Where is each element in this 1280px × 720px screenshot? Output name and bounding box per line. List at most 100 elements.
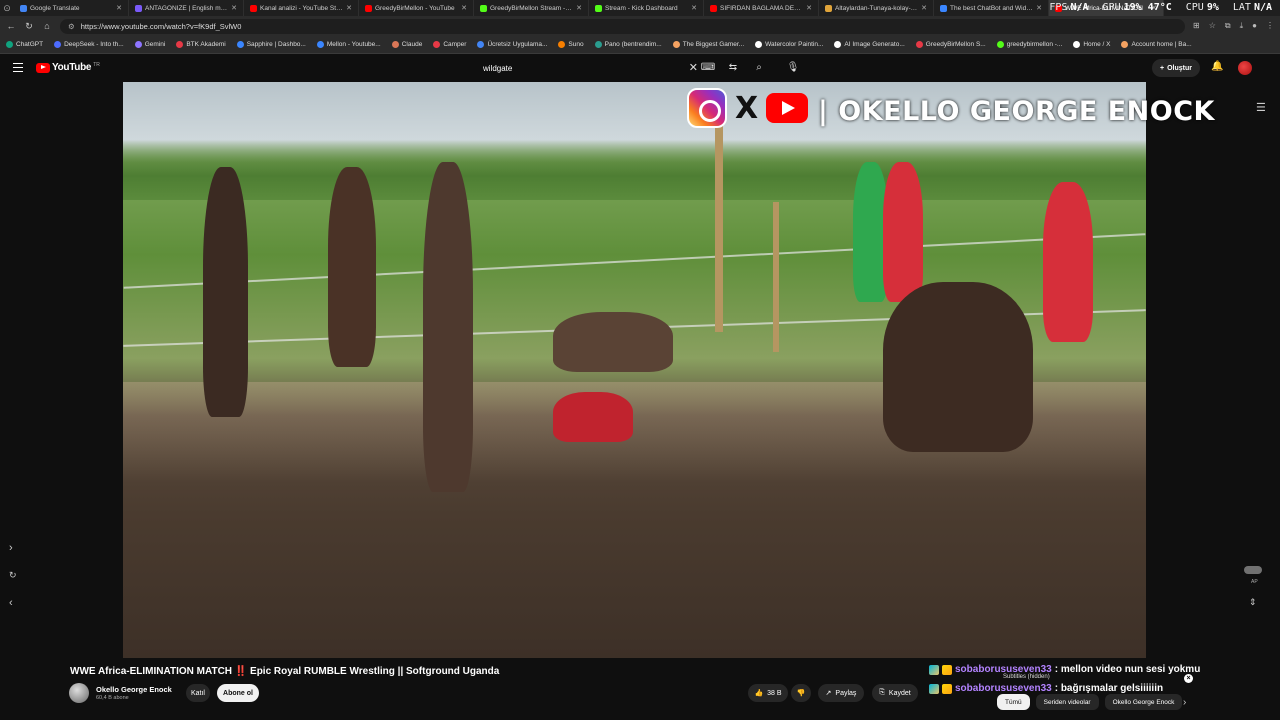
video-player[interactable] xyxy=(123,82,1146,658)
site-info-icon[interactable]: ⚙ xyxy=(68,22,75,31)
x-logo-icon: X xyxy=(735,90,759,126)
tab-close-icon[interactable]: ✕ xyxy=(116,4,122,12)
create-button[interactable]: + Oluştur xyxy=(1152,59,1200,77)
browser-tab[interactable]: Kanal analizi - YouTube Studio ✕ xyxy=(244,0,359,16)
browser-tab[interactable]: Altaylardan-Tunaya-kolay-nota ✕ xyxy=(819,0,934,16)
thumbs-up-icon: 👍 xyxy=(754,690,764,697)
chip-all[interactable]: Tümü xyxy=(997,694,1030,710)
reload-icon[interactable]: ↻ xyxy=(24,21,34,31)
bookmark-item[interactable]: Account home | Ba... xyxy=(1121,41,1192,48)
bookmark-item[interactable]: The Biggest Gamer... xyxy=(672,41,744,48)
browser-tab[interactable]: The best ChatBot and Widgets ✕ xyxy=(934,0,1049,16)
tab-favicon-icon xyxy=(365,4,372,12)
search-icon[interactable]: ⌕ xyxy=(751,60,767,76)
browser-tab[interactable]: ANTAGONIZE | English meaning✕ xyxy=(129,0,244,16)
back-icon[interactable]: ← xyxy=(6,21,16,31)
bookmark-item[interactable]: Suno xyxy=(558,41,584,48)
chat-message: sobaborususeven33 : mellon video nun ses… xyxy=(929,664,1229,675)
browser-tab[interactable]: Google Translate ✕ xyxy=(14,0,129,16)
refresh-icon[interactable]: ↻ xyxy=(9,570,17,581)
home-icon[interactable]: ⌂ xyxy=(42,21,52,31)
bookmark-item[interactable]: DeepSeek - Into th... xyxy=(54,41,124,48)
tab-close-icon[interactable]: ✕ xyxy=(576,4,582,12)
tab-favicon-icon xyxy=(710,4,717,12)
chip-channel[interactable]: Okello George Enock xyxy=(1104,694,1183,710)
tab-close-icon[interactable]: ✕ xyxy=(346,4,352,12)
tab-close-icon[interactable]: ✕ xyxy=(461,4,467,12)
bookmark-star-icon[interactable]: ☆ xyxy=(1209,21,1216,31)
translate-icon[interactable]: ⊞ xyxy=(1193,21,1200,31)
menu-hamburger-icon[interactable] xyxy=(13,63,23,72)
chevron-left-icon[interactable]: ‹ xyxy=(9,597,13,609)
save-button[interactable]: ⎘ Kaydet xyxy=(872,684,918,702)
browser-menu-dots-icon[interactable]: ⋮ xyxy=(1266,21,1274,31)
bookmark-item[interactable]: Watercolor Paintin... xyxy=(755,41,823,48)
tab-close-icon[interactable]: ✕ xyxy=(1036,4,1042,12)
tab-label: ANTAGONIZE | English meaning xyxy=(145,4,228,12)
tab-label: Google Translate xyxy=(30,4,80,12)
browser-menu-icon[interactable]: ⊙ xyxy=(0,3,14,13)
channel-avatar[interactable] xyxy=(69,683,89,703)
bookmark-item[interactable]: Mellon - Youtube... xyxy=(316,41,381,48)
microphone-icon[interactable]: 🎙 xyxy=(785,60,801,76)
bookmark-item[interactable]: Pano (bentrendim... xyxy=(594,41,662,48)
browser-tab[interactable]: GreedyBirMellon Stream - Watch✕ xyxy=(474,0,589,16)
bookmark-item[interactable]: Gemini xyxy=(134,41,166,48)
bookmark-favicon-icon xyxy=(834,41,842,48)
join-button[interactable]: Katıl xyxy=(186,684,210,702)
bookmark-item[interactable]: greedybirmellon -... xyxy=(996,41,1062,48)
notifications-bell-icon[interactable]: 🔔 xyxy=(1211,61,1223,72)
youtube-logo[interactable]: YouTube TR xyxy=(36,62,100,73)
close-chat-icon[interactable]: × xyxy=(1184,674,1193,683)
bookmark-label: BTK Akademi xyxy=(186,41,226,48)
bookmark-label: Gemini xyxy=(144,41,166,48)
keyboard-icon[interactable]: ⌨ xyxy=(700,60,716,76)
youtube-region-code: TR xyxy=(93,61,100,68)
playlist-toggle-icon[interactable]: ☰ xyxy=(1256,101,1266,114)
bookmark-item[interactable]: Home / X xyxy=(1073,41,1110,48)
account-avatar[interactable] xyxy=(1238,61,1252,75)
voice-translate-icon[interactable]: ⇆ xyxy=(725,60,741,76)
bookmark-favicon-icon xyxy=(6,41,13,48)
hud-gpu: GPU 19% 47°C xyxy=(1103,2,1172,13)
extensions-icon[interactable]: ⧉ xyxy=(1225,21,1231,31)
search-input[interactable]: wildgate ✕ xyxy=(476,60,702,76)
hud-lat-value: N/A xyxy=(1253,2,1272,13)
chat-text: : mellon video nun sesi yokmu xyxy=(1054,664,1201,675)
profile-icon[interactable]: ● xyxy=(1252,21,1257,31)
dislike-button[interactable]: 👎 xyxy=(791,684,811,702)
tab-close-icon[interactable]: ✕ xyxy=(691,4,697,12)
tab-close-icon[interactable]: ✕ xyxy=(231,4,237,12)
bookmark-label: Account home | Ba... xyxy=(1131,41,1192,48)
browser-tab[interactable]: GreedyBirMellon - YouTube ✕ xyxy=(359,0,474,16)
share-button[interactable]: ↗ Paylaş xyxy=(818,684,864,702)
tab-close-icon[interactable]: ✕ xyxy=(806,4,812,12)
expand-updown-icon[interactable]: ⇕ xyxy=(1249,597,1257,608)
bookmark-item[interactable]: Camper xyxy=(433,41,466,48)
bookmark-item[interactable]: GreedyBirMellon S... xyxy=(915,41,986,48)
chip-series[interactable]: Seriden videolar xyxy=(1035,694,1099,710)
channel-name[interactable]: Okello George Enock xyxy=(96,685,172,694)
chips-next-icon[interactable]: › xyxy=(1183,697,1186,708)
performance-hud: FPS N/A GPU 19% 47°C CPU 9% LAT N/A xyxy=(1049,2,1272,13)
browser-tab[interactable]: SIFIRDAN BAĞLAMA DERSLERİ✕ xyxy=(704,0,819,16)
bookmark-favicon-icon xyxy=(915,41,923,48)
like-button[interactable]: 👍 38 B xyxy=(748,684,788,702)
clear-search-icon[interactable]: ✕ xyxy=(689,61,698,74)
subscribe-button[interactable]: Abone ol xyxy=(217,684,259,702)
bookmark-item[interactable]: AI Image Generato... xyxy=(834,41,905,48)
url-field[interactable]: ⚙ https://www.youtube.com/watch?v=fK9df_… xyxy=(60,18,1186,34)
bookmark-item[interactable]: BTK Akademi xyxy=(176,41,226,48)
subscribe-button-label: Abone ol xyxy=(223,689,253,697)
browser-tab[interactable]: Stream - Kick Dashboard ✕ xyxy=(589,0,704,16)
chat-username: sobaborususeven33 xyxy=(955,683,1052,694)
download-icon[interactable]: ⤓ xyxy=(1240,21,1244,31)
tab-close-icon[interactable]: ✕ xyxy=(921,4,927,12)
autoplay-toggle[interactable] xyxy=(1244,566,1262,574)
bookmark-item[interactable]: Ücretsiz Uygulama... xyxy=(477,41,547,48)
bookmark-item[interactable]: Claude xyxy=(391,41,422,48)
bookmark-item[interactable]: Sapphire | Dashbo... xyxy=(236,41,306,48)
chevron-right-icon[interactable]: › xyxy=(9,542,13,554)
bookmark-item[interactable]: ChatGPT xyxy=(6,41,43,48)
video-scene-person xyxy=(328,167,376,367)
